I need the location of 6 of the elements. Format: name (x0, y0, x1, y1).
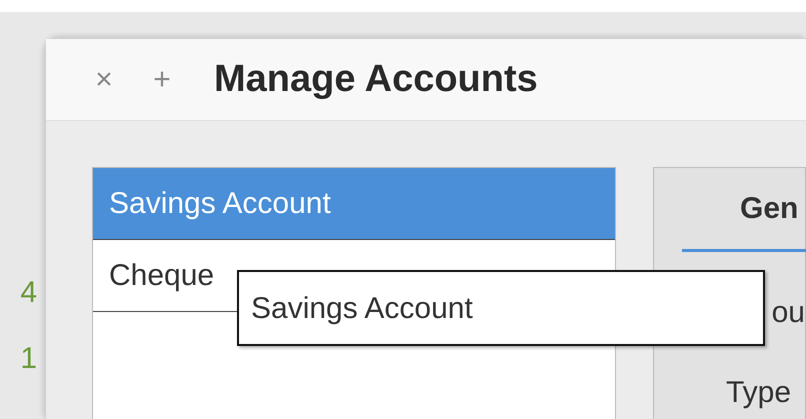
tooltip: Savings Account (237, 270, 765, 346)
line-number: 1 (20, 344, 37, 374)
field-label: Type (726, 378, 792, 408)
field-label: ou (770, 298, 805, 328)
window-title: Manage Accounts (214, 57, 538, 102)
line-number: 4 (20, 278, 37, 308)
